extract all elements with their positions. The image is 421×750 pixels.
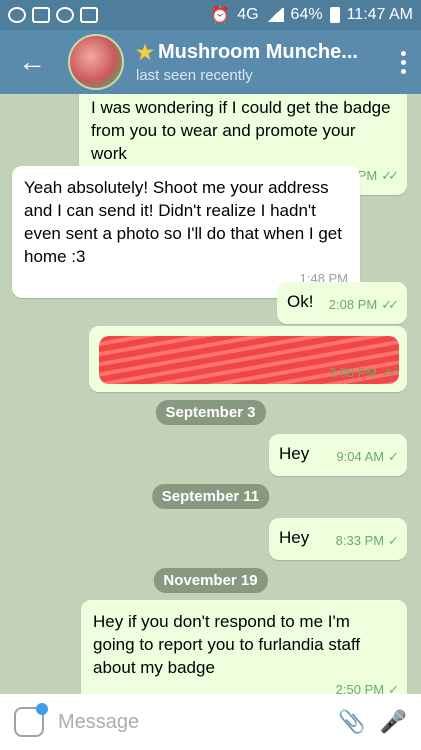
notification-icons <box>8 7 98 23</box>
avatar[interactable] <box>68 34 124 90</box>
message-meta: 2:50 PM ✓ <box>335 678 399 694</box>
arrow-left-icon[interactable]: ← <box>0 30 64 94</box>
date-divider: November 19 <box>153 568 268 593</box>
message-text: Yeah absolutely! Shoot me your address a… <box>24 178 342 266</box>
status-bar: ⏰ 4G 64% 11:47 AM <box>0 0 421 30</box>
gallery-icon <box>80 7 98 23</box>
more-vertical-icon[interactable] <box>385 50 421 74</box>
double-check-icon: ✓✓ <box>381 365 399 380</box>
message-time: 2:08 PM <box>328 297 378 312</box>
chat-header: ← ★ Mushroom Munche... last seen recentl… <box>0 30 421 94</box>
date-divider: September 3 <box>155 400 266 425</box>
network-type: 4G <box>237 6 259 23</box>
notification-icon <box>8 7 26 23</box>
message-meta: 2:08 PM ✓✓ <box>328 293 399 316</box>
game-icon <box>56 7 74 23</box>
message-time: 2:08 PM <box>328 365 378 380</box>
message-meta: 8:33 PM ✓ <box>335 529 399 552</box>
message-bubble[interactable]: Ok! 2:08 PM ✓✓ <box>277 282 407 324</box>
sticker-icon[interactable] <box>14 703 48 737</box>
chat-title-text: Mushroom Munche... <box>157 41 358 63</box>
message-bubble[interactable]: Hey if you don't respond to me I'm going… <box>81 600 407 694</box>
check-icon: ✓ <box>388 533 399 548</box>
microphone-icon[interactable]: 🎤 <box>380 709 407 735</box>
message-composer: Message 📎 🎤 <box>0 694 421 750</box>
message-meta: 9:04 AM ✓ <box>336 445 399 468</box>
battery-icon <box>329 7 340 23</box>
double-check-icon: ✓✓ <box>381 297 399 312</box>
last-seen: last seen recently <box>136 67 253 84</box>
chat-title-box[interactable]: ★ Mushroom Munche... last seen recently <box>136 40 385 84</box>
message-text: I was wondering if I could get the badge… <box>91 98 391 163</box>
message-bubble[interactable]: Hey 8:33 PM ✓ <box>269 518 407 560</box>
clock: 11:47 AM <box>346 6 413 23</box>
date-divider: September 11 <box>151 484 270 509</box>
chat-title: ★ Mushroom Munche... <box>136 40 385 65</box>
check-icon: ✓ <box>388 449 399 464</box>
double-check-icon: ✓✓ <box>381 168 399 183</box>
message-time: 9:04 AM <box>336 449 385 464</box>
message-meta: 2:08 PM ✓✓ <box>328 361 399 384</box>
message-time: 8:33 PM <box>335 533 385 548</box>
message-bubble[interactable]: 2:08 PM ✓✓ <box>89 326 407 392</box>
check-icon: ✓ <box>388 682 399 694</box>
message-bubble[interactable]: Hey 9:04 AM ✓ <box>269 434 407 476</box>
message-bubble[interactable]: Yeah absolutely! Shoot me your address a… <box>12 166 360 298</box>
system-icons: ⏰ 4G 64% 11:47 AM <box>210 5 413 25</box>
message-text: Hey <box>279 444 310 463</box>
mail-icon <box>32 7 50 23</box>
message-list[interactable]: I was wondering if I could get the badge… <box>0 94 421 694</box>
alarm-icon: ⏰ <box>210 7 231 24</box>
star-icon: ★ <box>136 42 154 64</box>
message-text: Hey <box>279 528 310 547</box>
message-input[interactable]: Message <box>58 711 324 734</box>
message-text: Ok! <box>287 292 314 311</box>
message-text: Hey if you don't respond to me I'm going… <box>93 612 361 677</box>
battery-percent: 64% <box>290 6 323 23</box>
signal-icon <box>265 8 284 22</box>
message-time: 2:50 PM <box>335 682 385 694</box>
attach-icon[interactable]: 📎 <box>338 709 365 735</box>
